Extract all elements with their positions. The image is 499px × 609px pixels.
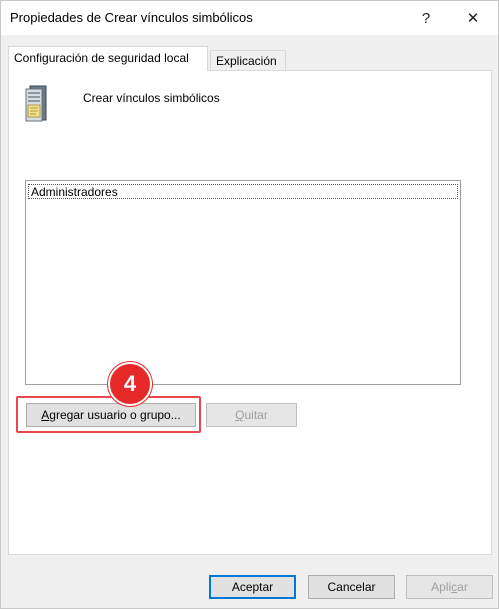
list-item[interactable]: Administradores <box>28 184 458 199</box>
step-number: 4 <box>123 371 137 396</box>
cancel-button[interactable]: Cancelar <box>308 575 395 599</box>
properties-dialog: Propiedades de Crear vínculos simbólicos… <box>0 0 499 609</box>
close-icon: ✕ <box>466 10 480 27</box>
tab-explanation[interactable]: Explicación <box>210 50 286 71</box>
add-button-label: Agregar usuario o grupo... <box>41 408 181 422</box>
help-button[interactable]: ? <box>406 4 446 32</box>
ok-button[interactable]: Aceptar <box>209 575 296 599</box>
remove-button[interactable]: Quitar <box>206 403 297 427</box>
cancel-button-label: Cancelar <box>327 580 376 594</box>
step-badge: 4 <box>108 362 152 406</box>
server-policy-icon <box>25 85 47 122</box>
tab-local-security-setting[interactable]: Configuración de seguridad local <box>8 46 208 71</box>
tab-label: Configuración de seguridad local <box>14 51 189 65</box>
users-groups-list[interactable]: Administradores <box>25 180 461 385</box>
add-user-or-group-button[interactable]: Agregar usuario o grupo... <box>26 403 196 427</box>
policy-name: Crear vínculos simbólicos <box>83 91 220 105</box>
ok-button-label: Aceptar <box>231 580 274 594</box>
window-title: Propiedades de Crear vínculos simbólicos <box>10 10 253 25</box>
remove-button-label: Quitar <box>235 408 268 422</box>
title-bar: Propiedades de Crear vínculos simbólicos… <box>1 1 498 35</box>
close-button[interactable]: ✕ <box>453 4 493 32</box>
apply-button[interactable]: Aplicar <box>406 575 493 599</box>
help-icon: ? <box>421 9 431 27</box>
apply-button-label: Aplicar <box>431 580 468 594</box>
list-item-label: Administradores <box>31 185 118 199</box>
tab-label: Explicación <box>216 54 277 68</box>
